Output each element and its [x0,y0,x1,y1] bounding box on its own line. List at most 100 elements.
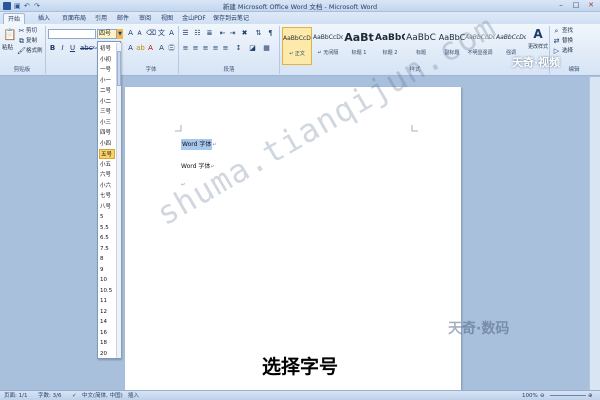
style-heading-2[interactable]: AaBbC 标题 2 [375,27,405,65]
character-border-icon[interactable]: A [167,29,176,38]
tab-page-layout[interactable]: 页面布局 [60,13,88,24]
style-no-spacing[interactable]: AaBbCcDd ↵ 无间隔 [313,27,343,65]
font-size-option[interactable]: 10 [99,275,115,285]
font-size-dropdown-list[interactable]: 初号 小初 一号 小一 二号 小二 三号 小三 四号 小四 五号 小五 六号 小六 七号 八号 5 5.5 6.5 7… [97,41,121,359]
maximize-button[interactable]: □ [569,1,583,10]
font-size-option[interactable]: 小五 [99,160,115,170]
multilevel-list-icon[interactable]: ≣ [205,29,214,38]
copy-button[interactable]: 复制 [26,37,37,46]
style-heading-1[interactable]: AaBt 标题 1 [344,27,374,65]
align-left-icon[interactable]: ≡ [181,44,190,53]
change-styles-button[interactable]: 更改样式 [528,43,548,52]
distributed-icon[interactable]: ≡ [221,44,230,53]
phonetic-guide-icon[interactable]: 文 [157,29,166,38]
font-size-option[interactable]: 四号 [99,128,115,138]
font-size-option[interactable]: 八号 [99,202,115,212]
font-size-option[interactable]: 5.5 [99,223,115,233]
font-size-option[interactable]: 小四 [99,139,115,149]
sort-icon[interactable]: ⇅ [254,29,263,38]
select-button[interactable]: 选择 [562,47,573,56]
enclose-characters-icon[interactable]: ㊂ [167,44,176,53]
tab-home[interactable]: 开始 [3,13,25,24]
font-size-option[interactable]: 8 [99,254,115,264]
document-page[interactable]: Word 字体↵ Word 字体↵ ↵ [125,87,461,390]
language-status[interactable]: 中文(简体, 中国) [82,392,123,400]
bold-icon[interactable]: B [48,44,57,53]
show-marks-icon[interactable]: ¶ [266,29,275,38]
borders-icon[interactable]: ▦ [262,44,271,53]
font-size-option[interactable]: 小二 [99,97,115,107]
font-size-option[interactable]: 小一 [99,76,115,86]
tab-view[interactable]: 视图 [158,13,176,24]
font-size-option[interactable]: 14 [99,317,115,327]
decrease-indent-icon[interactable]: ⇤ [218,29,227,38]
insert-mode-status[interactable]: 插入 [128,392,139,400]
font-color-icon[interactable]: A [146,44,155,53]
underline-icon[interactable]: U [68,44,77,53]
tab-review[interactable]: 审阅 [136,13,154,24]
font-size-option[interactable]: 小六 [99,181,115,191]
word-count-status[interactable]: 字数: 3/6 [38,392,61,400]
tab-insert[interactable]: 插入 [33,13,55,24]
font-size-option[interactable]: 16 [99,328,115,338]
font-size-combo[interactable]: 四号 [97,29,117,39]
line-spacing-icon[interactable]: ↕ [234,44,243,53]
font-size-option[interactable]: 18 [99,338,115,348]
strikethrough-icon[interactable]: abc [80,44,93,53]
font-size-option[interactable]: 5 [99,212,115,222]
font-size-option[interactable]: 6.5 [99,233,115,243]
document-line-selected[interactable]: Word 字体↵ [181,139,217,150]
font-size-option[interactable]: 小三 [99,118,115,128]
style-normal[interactable]: AaBbCcDd ↵ 正文 [282,27,312,65]
font-size-option[interactable]: 三号 [99,107,115,117]
vertical-scrollbar[interactable] [589,77,600,390]
increase-indent-icon[interactable]: ⇥ [228,29,237,38]
font-size-option[interactable]: 7.5 [99,244,115,254]
style-title[interactable]: AaBbC 标题 [406,27,436,65]
font-size-option[interactable]: 六号 [99,170,115,180]
clear-formatting-icon[interactable]: ⌫ [146,29,156,38]
font-name-combo[interactable] [48,29,96,39]
style-subtitle[interactable]: AaBbC 副标题 [437,27,467,65]
font-size-option[interactable]: 小初 [99,55,115,65]
format-painter-button[interactable]: 格式刷 [26,47,43,56]
zoom-slider[interactable] [550,395,586,396]
zoom-level[interactable]: 100% [522,392,538,400]
shrink-font-icon[interactable]: A [135,29,144,38]
paste-button[interactable]: 粘贴 [2,44,13,53]
dropdown-scrollbar[interactable] [116,43,121,358]
zoom-out-icon[interactable]: ⊖ [540,392,545,400]
close-button[interactable]: ✕ [584,1,598,10]
font-size-option[interactable]: 12 [99,307,115,317]
tab-mailings[interactable]: 邮件 [114,13,132,24]
proofing-icon[interactable]: ✓ [72,392,77,400]
align-center-icon[interactable]: ≡ [191,44,200,53]
highlight-icon[interactable]: ab [136,44,145,53]
paste-icon[interactable]: 📋 [3,28,17,42]
font-size-dropdown-arrow-icon[interactable]: ▼ [117,29,123,39]
cut-button[interactable]: 剪切 [26,27,37,36]
font-size-option[interactable]: 初号 [99,44,115,54]
font-size-option[interactable]: 七号 [99,191,115,201]
font-size-option[interactable]: 20 [99,349,115,359]
character-shading-icon[interactable]: A [157,44,166,53]
shading-icon[interactable]: ◪ [248,44,257,53]
font-size-option[interactable]: 11 [99,296,115,306]
change-styles-icon[interactable]: A [530,27,546,41]
tab-kingsoft-pdf[interactable]: 金山PDF [180,13,208,24]
minimize-button[interactable]: – [554,1,568,10]
find-button[interactable]: 查找 [562,27,573,36]
dropdown-scroll-thumb[interactable] [117,51,121,86]
font-size-option[interactable]: 9 [99,265,115,275]
align-right-icon[interactable]: ≡ [201,44,210,53]
numbering-icon[interactable]: ☷ [193,29,202,38]
selected-text[interactable]: Word 字体 [181,139,213,150]
chinese-layout-icon[interactable]: ✖ [240,29,249,38]
tab-references[interactable]: 引用 [92,13,110,24]
page-count-status[interactable]: 页面: 1/1 [4,392,27,400]
text-effects-icon[interactable]: A [126,44,135,53]
style-subtle-emphasis[interactable]: AaBbCcDd 不明显强调 [465,27,495,65]
font-size-option[interactable]: 10.5 [99,286,115,296]
italic-icon[interactable]: I [58,44,67,53]
replace-button[interactable]: 替换 [562,37,573,46]
